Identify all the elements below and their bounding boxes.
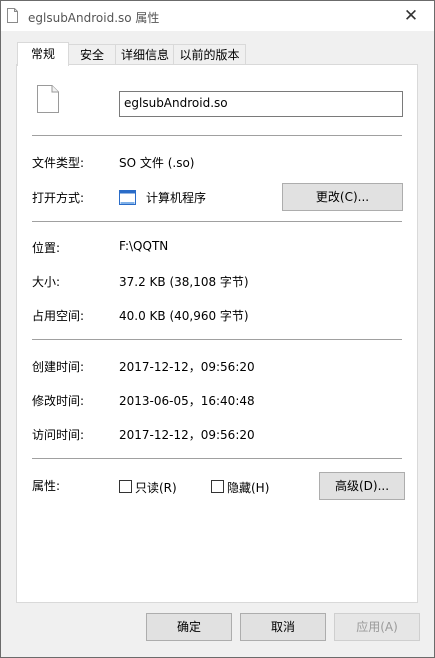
- file-icon: [7, 8, 18, 23]
- ok-button[interactable]: 确定: [146, 613, 232, 641]
- general-panel: eglsubAndroid.so 文件类型: SO 文件 (.so) 打开方式:…: [16, 64, 418, 603]
- opens-with-label: 打开方式:: [32, 191, 85, 205]
- close-icon: ✕: [403, 6, 419, 26]
- modified-label: 修改时间:: [32, 394, 85, 408]
- cancel-button[interactable]: 取消: [240, 613, 326, 641]
- attributes-label: 属性:: [32, 479, 61, 493]
- close-button[interactable]: ✕: [388, 1, 434, 31]
- title-bar: eglsubAndroid.so 属性 ✕: [1, 1, 434, 31]
- apply-button[interactable]: 应用(A): [334, 613, 420, 641]
- divider: [32, 339, 402, 340]
- advanced-button[interactable]: 高级(D)...: [319, 472, 405, 500]
- created-value: 2017-12-12，09:56:20: [119, 360, 255, 374]
- readonly-label[interactable]: 只读(R): [135, 479, 177, 496]
- file-icon: [37, 85, 59, 113]
- opens-with-value: 计算机程序: [146, 191, 207, 205]
- program-window-icon: [119, 190, 136, 205]
- tab-general[interactable]: 常规: [17, 42, 69, 66]
- location-value: F:\QQTN: [119, 239, 169, 253]
- change-button[interactable]: 更改(C)...: [282, 183, 403, 211]
- window-title: eglsubAndroid.so 属性: [28, 11, 160, 25]
- size-label: 大小:: [32, 275, 61, 289]
- accessed-label: 访问时间:: [32, 428, 85, 442]
- accessed-value: 2017-12-12，09:56:20: [119, 428, 255, 442]
- hidden-label[interactable]: 隐藏(H): [227, 479, 269, 496]
- modified-value: 2013-06-05，16:40:48: [119, 394, 255, 408]
- tab-security[interactable]: 安全: [67, 44, 117, 65]
- file-name-field[interactable]: eglsubAndroid.so: [119, 91, 403, 117]
- readonly-checkbox[interactable]: [119, 480, 132, 493]
- divider: [32, 221, 402, 222]
- file-type-value: SO 文件 (.so): [119, 156, 195, 170]
- hidden-checkbox[interactable]: [211, 480, 224, 493]
- created-label: 创建时间:: [32, 360, 85, 374]
- size-on-disk-label: 占用空间:: [32, 309, 85, 323]
- divider: [32, 135, 402, 136]
- divider: [32, 458, 402, 459]
- tab-previous-versions[interactable]: 以前的版本: [173, 44, 246, 65]
- tab-details[interactable]: 详细信息: [115, 44, 175, 65]
- size-on-disk-value: 40.0 KB (40,960 字节): [119, 309, 249, 323]
- file-type-label: 文件类型:: [32, 156, 85, 170]
- location-label: 位置:: [32, 241, 61, 255]
- properties-dialog: eglsubAndroid.so 属性 ✕ 常规 安全 详细信息 以前的版本 e…: [0, 0, 435, 658]
- size-value: 37.2 KB (38,108 字节): [119, 275, 249, 289]
